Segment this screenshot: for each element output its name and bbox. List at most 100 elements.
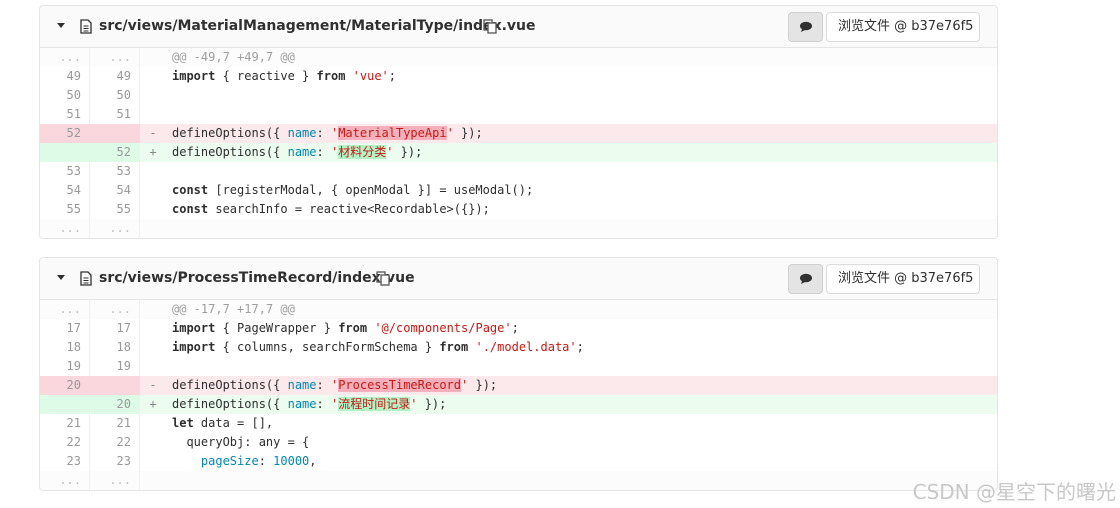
- diff-sign: -: [149, 378, 157, 392]
- added-line: 52 + defineOptions({ name: '材料分类' });: [40, 143, 997, 162]
- code-text: pageSize: 10000,: [200, 454, 317, 468]
- old-line-number[interactable]: 55: [40, 200, 90, 219]
- file-header: src/views/MaterialManagement/MaterialTyp…: [40, 6, 997, 48]
- old-line-number[interactable]: 54: [40, 181, 90, 200]
- copy-icon[interactable]: [376, 271, 390, 286]
- old-line-number[interactable]: 19: [40, 357, 90, 376]
- code-text: defineOptions({ name: 'ProcessTimeRecord…: [172, 378, 498, 392]
- new-line-number[interactable]: 53: [90, 162, 140, 181]
- new-line-number[interactable]: 20: [90, 395, 140, 414]
- comment-button[interactable]: [788, 264, 823, 294]
- diff-sign: [144, 452, 162, 471]
- code-text: const searchInfo = reactive<Recordable>(…: [172, 202, 490, 216]
- diff-sign: [144, 48, 162, 67]
- new-line-number[interactable]: 21: [90, 414, 140, 433]
- new-line-number[interactable]: 23: [90, 452, 140, 471]
- context-line: 50 50: [40, 86, 997, 105]
- hunk-header-row: ......: [40, 219, 997, 238]
- old-line-number[interactable]: 49: [40, 67, 90, 86]
- new-line-number[interactable]: [90, 376, 140, 395]
- context-line: 53 53: [40, 162, 997, 181]
- new-line-number[interactable]: 18: [90, 338, 140, 357]
- watermark: CSDN @星空下的曙光: [912, 480, 1116, 504]
- diff-sign: [144, 162, 162, 181]
- old-line-number[interactable]: ...: [40, 471, 90, 490]
- old-line-number[interactable]: 20: [40, 376, 90, 395]
- context-line: 17 17 import { PageWrapper } from '@/compo…: [40, 319, 997, 338]
- code-text: defineOptions({ name: '流程时间记录' });: [172, 397, 447, 411]
- deleted-line: 20 - defineOptions({ name: 'ProcessTimeRec…: [40, 376, 997, 395]
- copy-icon[interactable]: [483, 19, 497, 34]
- old-line-number[interactable]: 23: [40, 452, 90, 471]
- file-path[interactable]: src/views/MaterialManagement/MaterialTyp…: [99, 18, 536, 35]
- new-line-number[interactable]: 50: [90, 86, 140, 105]
- chevron-down-icon[interactable]: [57, 275, 65, 280]
- hunk-header-row: ......: [40, 471, 997, 490]
- old-line-number[interactable]: 50: [40, 86, 90, 105]
- new-line-number[interactable]: 52: [90, 143, 140, 162]
- new-line-number[interactable]: 19: [90, 357, 140, 376]
- diff-sign: [144, 219, 162, 238]
- deleted-line: 52 - defineOptions({ name: 'MaterialTypeAp…: [40, 124, 997, 143]
- old-line-number[interactable]: 51: [40, 105, 90, 124]
- new-line-number[interactable]: ...: [90, 48, 140, 67]
- comment-icon: [800, 21, 812, 32]
- old-line-number[interactable]: 53: [40, 162, 90, 181]
- old-line-number[interactable]: 17: [40, 319, 90, 338]
- old-line-number[interactable]: [40, 143, 90, 162]
- chevron-down-icon[interactable]: [57, 23, 65, 28]
- old-line-number[interactable]: 52: [40, 124, 90, 143]
- diff-content: ...... @@ -17,7 +17,7 @@ 17 17 import { Page…: [40, 300, 997, 490]
- new-line-number[interactable]: 49: [90, 67, 140, 86]
- file-icon: [80, 19, 92, 34]
- code-text: @@ -17,7 +17,7 @@: [172, 302, 295, 316]
- diff-sign: [144, 433, 162, 452]
- diff-sign: [144, 319, 162, 338]
- new-line-number[interactable]: ...: [90, 471, 140, 490]
- code-text: defineOptions({ name: '材料分类' });: [172, 145, 423, 159]
- context-line: 18 18 import { columns, searchFormSchema }…: [40, 338, 997, 357]
- context-line: 49 49 import { reactive } from 'vue';: [40, 67, 997, 86]
- new-line-number[interactable]: 51: [90, 105, 140, 124]
- new-line-number[interactable]: ...: [90, 219, 140, 238]
- diff-sign: [144, 471, 162, 490]
- context-line: 22 22 queryObj: any = {: [40, 433, 997, 452]
- new-line-number[interactable]: [90, 124, 140, 143]
- new-line-number[interactable]: 55: [90, 200, 140, 219]
- comment-button[interactable]: [788, 12, 823, 42]
- view-file-button[interactable]: 浏览文件 @ b37e76f5: [826, 12, 980, 42]
- old-line-number[interactable]: ...: [40, 219, 90, 238]
- added-line: 20 + defineOptions({ name: '流程时间记录' });: [40, 395, 997, 414]
- diff-sign: [144, 181, 162, 200]
- old-line-number[interactable]: 22: [40, 433, 90, 452]
- diff-sign: [144, 357, 162, 376]
- code-text: defineOptions({ name: 'MaterialTypeApi' …: [172, 126, 483, 140]
- diff-sign: -: [149, 126, 157, 140]
- diff-sign: [144, 200, 162, 219]
- code-text: import { PageWrapper } from '@/component…: [172, 321, 519, 335]
- context-line: 54 54 const [registerModal, { openModal }]…: [40, 181, 997, 200]
- code-text: queryObj: any = {: [172, 435, 310, 449]
- file-path[interactable]: src/views/ProcessTimeRecord/index.vue: [99, 270, 415, 287]
- view-file-button[interactable]: 浏览文件 @ b37e76f5: [826, 264, 980, 294]
- old-line-number[interactable]: [40, 395, 90, 414]
- diff-sign: [144, 338, 162, 357]
- old-line-number[interactable]: 21: [40, 414, 90, 433]
- context-line: 55 55 const searchInfo = reactive<Recordab…: [40, 200, 997, 219]
- old-line-number[interactable]: ...: [40, 300, 90, 319]
- code-text: @@ -49,7 +49,7 @@: [172, 50, 295, 64]
- context-line: 23 23 pageSize: 10000,: [40, 452, 997, 471]
- context-line: 21 21 let data = [],: [40, 414, 997, 433]
- old-line-number[interactable]: 18: [40, 338, 90, 357]
- new-line-number[interactable]: 17: [90, 319, 140, 338]
- diff-sign: [144, 86, 162, 105]
- new-line-number[interactable]: ...: [90, 300, 140, 319]
- diff-file-1: src/views/MaterialManagement/MaterialTyp…: [39, 5, 998, 239]
- old-line-number[interactable]: ...: [40, 48, 90, 67]
- diff-sign: [144, 300, 162, 319]
- new-line-number[interactable]: 54: [90, 181, 140, 200]
- new-line-number[interactable]: 22: [90, 433, 140, 452]
- file-header: src/views/ProcessTimeRecord/index.vue 浏览…: [40, 258, 997, 300]
